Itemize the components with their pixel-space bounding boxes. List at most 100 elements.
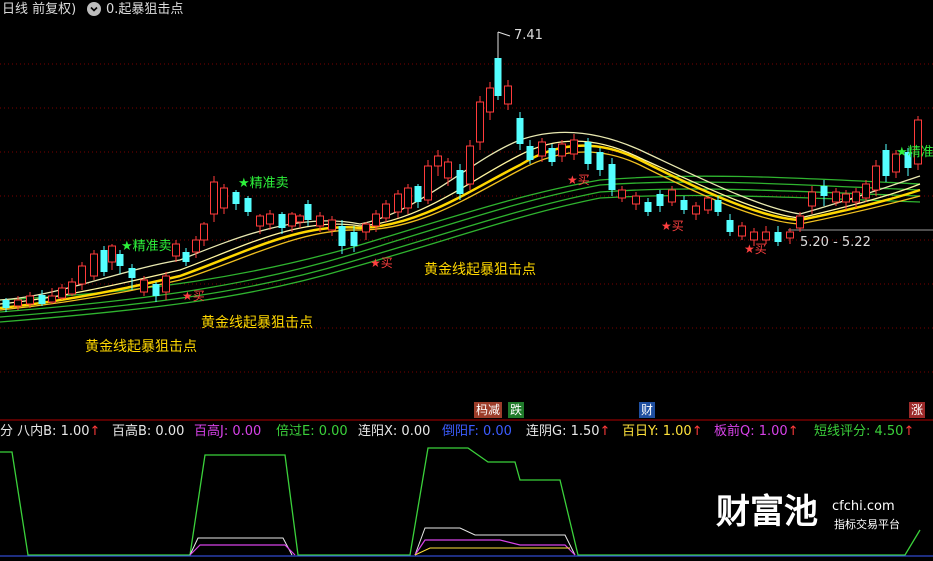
candle-body (632, 195, 640, 205)
indicator-5: 连阳X: 0.00 (358, 424, 431, 439)
candle-body (108, 245, 116, 263)
sell-signal-1: ★精准卖 (238, 176, 289, 191)
candle-body (692, 205, 700, 215)
indicator-title[interactable]: 0.起暴狙击点 (106, 3, 183, 16)
candle-body (90, 253, 98, 277)
candle-body (872, 165, 880, 191)
candle-body (466, 145, 474, 185)
candle-body (456, 170, 464, 194)
candle-body (414, 186, 422, 202)
buy-signal: ★买 (661, 219, 684, 233)
candle-body (38, 295, 46, 304)
candle-body (200, 223, 208, 241)
candle-body (656, 194, 664, 206)
candle-body (882, 150, 890, 176)
candle-body (116, 254, 124, 266)
candle-body (434, 155, 442, 167)
candle-body (2, 300, 10, 308)
tag-finance[interactable]: 财 (639, 402, 656, 418)
candle-body (350, 232, 358, 246)
candle-body (278, 214, 286, 228)
indicator-4: 倍过E: 0.00 (276, 424, 348, 439)
candle-body (668, 189, 676, 203)
stock-chart[interactable] (0, 0, 933, 561)
candle-body (220, 187, 228, 209)
price-range-label: 5.20 - 5.22 (800, 235, 871, 250)
candle-body (548, 148, 556, 162)
period-label[interactable]: 日线 前复权) (2, 3, 76, 16)
indicator-9: 板前Q: 1.00↑ (714, 424, 799, 439)
candle-body (172, 243, 180, 257)
candle-body (304, 204, 312, 220)
indicator-10: 短线评分: 4.50↑ (814, 424, 915, 439)
candle-body (570, 139, 578, 155)
buy-signal: ★买 (370, 256, 393, 270)
buy-signal: ★买 (744, 242, 767, 256)
candle-body (128, 268, 136, 278)
candle-body (162, 275, 170, 293)
golden-line-label: 黄金线起暴狙击点 (201, 315, 313, 331)
candle-body (504, 85, 512, 105)
candle-body (842, 193, 850, 203)
tag-drop-reduce[interactable]: 杩减 (474, 402, 503, 418)
candle-body (424, 165, 432, 201)
candle-body (476, 101, 484, 143)
candle-body (558, 143, 566, 157)
price-high-label: 7.41 (514, 28, 543, 43)
candle-body (26, 295, 34, 305)
candle-body (738, 225, 746, 237)
sell-signal-3: ★精准 (896, 145, 933, 160)
candle-body (444, 161, 452, 179)
candle-body (394, 193, 402, 213)
candle-body (774, 232, 782, 242)
candle-body (494, 58, 502, 96)
chevron-down-icon[interactable] (87, 2, 101, 16)
sell-signal-2: ★精准卖 (121, 239, 172, 254)
golden-line-label: 黄金线起暴狙击点 (85, 339, 197, 355)
candle-body (750, 231, 758, 241)
candle-body (404, 187, 412, 209)
candle-body (210, 181, 218, 215)
candle-body (266, 213, 274, 225)
candle-body (100, 250, 108, 272)
candle-body (152, 284, 160, 296)
candle-body (796, 215, 804, 229)
candle-body (526, 146, 534, 160)
candle-body (58, 287, 66, 299)
golden-line-label: 黄金线起暴狙击点 (424, 262, 536, 278)
candle-body (288, 213, 296, 227)
candle-body (618, 189, 626, 199)
candle-body (486, 87, 494, 113)
candle-body (68, 281, 76, 295)
buy-signal: ★买 (567, 173, 590, 187)
candle-body (644, 202, 652, 212)
candle-body (714, 200, 722, 212)
watermark-slogan: 指标交易平台 (834, 518, 900, 531)
candle-body (852, 191, 860, 203)
tag-fall[interactable]: 跌 (508, 402, 525, 418)
candle-body (296, 215, 304, 223)
candle-body (232, 192, 240, 204)
watermark-brand: 财富池 (716, 492, 818, 532)
candle-body (192, 239, 200, 253)
candle-body (48, 295, 56, 303)
candle-body (786, 231, 794, 239)
candle-body (256, 215, 264, 227)
high-marker-tick (497, 31, 511, 37)
candle-body (382, 203, 390, 219)
watermark-domain: cfchi.com (832, 499, 895, 514)
candle-body (596, 152, 604, 170)
candle-body (680, 200, 688, 210)
candle-body (704, 197, 712, 211)
candle-body (338, 226, 346, 246)
indicator-2: 百高B: 0.00 (112, 424, 185, 439)
candle-body (832, 191, 840, 203)
indicator-8: 百日Y: 1.00↑ (622, 424, 703, 439)
tag-rise[interactable]: 涨 (909, 402, 926, 418)
indicator-6: 倒阳F: 0.00 (442, 424, 512, 439)
candle-body (140, 279, 148, 293)
candle-body (362, 223, 370, 233)
buy-signal: ★买 (182, 289, 205, 303)
candle-body (14, 299, 22, 307)
candle-body (808, 191, 816, 207)
